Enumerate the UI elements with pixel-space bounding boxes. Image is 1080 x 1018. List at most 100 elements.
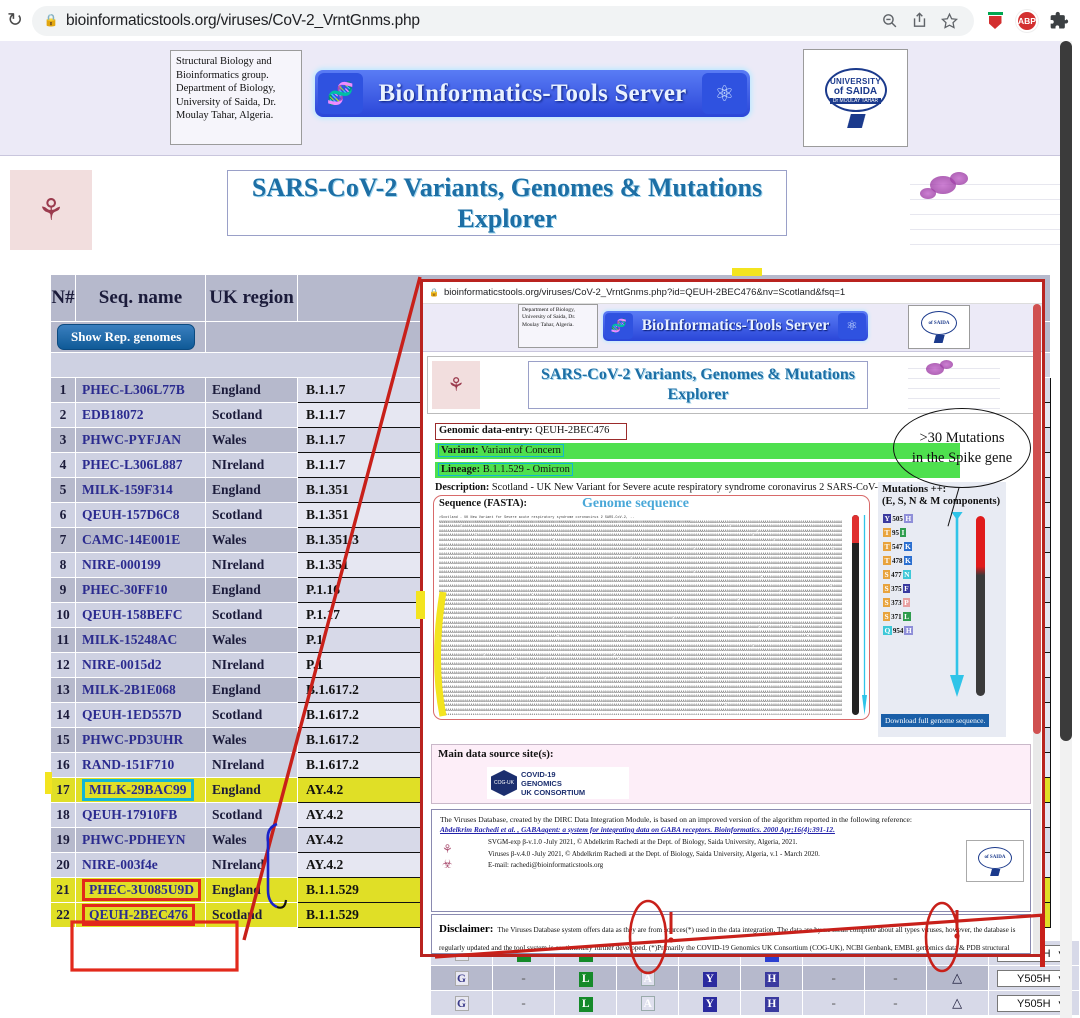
popup-sources-box: Main data source site(s): COG-UK COVID-1…: [431, 744, 1031, 804]
aa-deletion-icon: △: [952, 995, 963, 1010]
mutations-annotation-bubble: >30 Mutations in the Spike gene: [893, 408, 1031, 488]
seq-name-cell[interactable]: PHEC-3U085U9D: [75, 877, 206, 903]
sequence-text[interactable]: >Scotland - UK New Variant for Severe ac…: [439, 515, 843, 715]
uk-region-cell: Scotland: [205, 402, 298, 428]
lineage-text: P.1.17: [306, 607, 341, 622]
share-icon[interactable]: [904, 7, 934, 35]
mutations-list: Y 505 H T 95 I T 547 K T 478 K S 477 N S 375 F S 373 P S 371 L Q…: [883, 514, 945, 640]
mutation-to: N: [902, 570, 912, 579]
mutation-item[interactable]: Y 505 H: [883, 514, 945, 523]
aa-residue: Y: [702, 971, 717, 987]
seq-name-cell[interactable]: PHWC-PD3UHR: [75, 727, 206, 753]
seq-name-cell[interactable]: NIRE-0015d2: [75, 652, 206, 678]
seq-name-highlight: QEUH-2BEC476: [82, 904, 196, 926]
seq-name-cell[interactable]: CAMC-14E001E: [75, 527, 206, 553]
reference-email[interactable]: E-mail: rachedi@bioinformaticstools.org: [488, 860, 1022, 872]
row-number: 12: [50, 652, 76, 678]
seq-name-highlight: PHEC-3U085U9D: [82, 879, 201, 901]
lineage-row: Lineage: B.1.1.529 - Omicron: [435, 462, 960, 478]
mutation-item[interactable]: S 371 L: [883, 612, 945, 621]
lineage-text: B.1.1.7: [306, 407, 346, 422]
address-bar[interactable]: 🔒 bioinformaticstools.org/viruses/CoV-2_…: [32, 5, 974, 36]
aa-cell: -: [802, 965, 866, 991]
lock-icon: 🔒: [43, 13, 59, 27]
reload-icon[interactable]: ↻: [2, 9, 28, 32]
mutation-item[interactable]: T 547 K: [883, 542, 945, 551]
mutation-position: 371: [891, 612, 902, 621]
disclaimer-label: Disclaimer:: [439, 923, 494, 935]
mutation-severity-thermometer: [976, 516, 985, 696]
seq-name-cell[interactable]: RAND-151F710: [75, 752, 206, 778]
seq-name-cell[interactable]: PHWC-PYFJAN: [75, 427, 206, 453]
ublock-icon[interactable]: [980, 6, 1010, 36]
mutation-item[interactable]: S 375 F: [883, 584, 945, 593]
seq-name-cell[interactable]: QEUH-158BEFC: [75, 602, 206, 628]
popup-lab-box: Department of Biology, University of Sai…: [518, 304, 598, 348]
th-seq-name[interactable]: Seq. name: [75, 274, 206, 322]
mutation-item[interactable]: S 373 P: [883, 598, 945, 607]
popup-scrollbar-thumb[interactable]: [1033, 304, 1041, 734]
sequence-scroll-arrow: [862, 515, 867, 715]
seq-name-cell[interactable]: EDB18072: [75, 402, 206, 428]
mutation-item[interactable]: T 478 K: [883, 556, 945, 565]
download-genome-button[interactable]: Download full genome sequence.: [881, 714, 990, 727]
description-value: Scotland - UK New Variant for Severe acu…: [491, 482, 886, 493]
aa-deletion-icon: △: [952, 970, 963, 985]
adblock-plus-icon[interactable]: ABP: [1012, 6, 1042, 36]
aa-residue: G: [454, 996, 469, 1011]
row-number: 17: [50, 777, 76, 803]
row-number: 20: [50, 852, 76, 878]
uk-region-cell: Scotland: [205, 802, 298, 828]
seq-name-cell[interactable]: NIRE-003f4e: [75, 852, 206, 878]
row-number: 16: [50, 752, 76, 778]
seq-name-cell[interactable]: PHEC-L306L887: [75, 452, 206, 478]
page-scrollbar-thumb[interactable]: [1060, 41, 1072, 741]
cog-line-3: UK CONSORTIUM: [521, 787, 586, 797]
seq-name-cell[interactable]: PHWC-PDHEYN: [75, 827, 206, 853]
uk-region-cell: Scotland: [205, 702, 298, 728]
zoom-out-icon[interactable]: [874, 7, 904, 35]
sequence-label: Sequence (FASTA):: [439, 498, 527, 509]
uni-wave-graphic: [918, 335, 960, 343]
uni-name-sub: Dr MOULAY TAHAR: [829, 97, 882, 104]
seq-name-cell[interactable]: QEUH-157D6C8: [75, 502, 206, 528]
th-num[interactable]: N#: [50, 274, 76, 322]
sequence-scrollbar-thumb[interactable]: [852, 515, 859, 543]
seq-name-cell[interactable]: PHEC-30FF10: [75, 577, 206, 603]
seq-name-cell[interactable]: MILK-2B1E068: [75, 677, 206, 703]
mutation-from: S: [883, 612, 891, 621]
seq-name-cell[interactable]: QEUH-2BEC476: [75, 902, 206, 928]
mutations-down-arrow: [950, 512, 964, 697]
seq-name-cell[interactable]: MILK-29BAC99: [75, 777, 206, 803]
seq-name-cell[interactable]: PHEC-L306L77B: [75, 377, 206, 403]
seq-name-cell[interactable]: QEUH-1ED557D: [75, 702, 206, 728]
mutation-from: T: [883, 542, 892, 551]
lineage-text: AY.4.2: [306, 807, 344, 822]
mutation-item[interactable]: T 95 I: [883, 528, 945, 537]
show-rep-genomes-button[interactable]: Show Rep. genomes: [57, 324, 196, 350]
reference-citation-link[interactable]: Abdelkrim Rachedi et al. , GABAagent: a …: [440, 825, 1022, 834]
molecule-icon-left: ⚘: [10, 170, 92, 250]
row-number: 5: [50, 477, 76, 503]
reference-line-1: SVGM-exp β-v.1.0 -July 2021, © Abdelkrim…: [488, 838, 798, 846]
popup-address-bar[interactable]: 🔒 bioinformaticstools.org/viruses/CoV-2_…: [423, 282, 1042, 304]
seq-name-cell[interactable]: MILK-159F314: [75, 477, 206, 503]
seq-name-cell[interactable]: NIRE-000199: [75, 552, 206, 578]
mutation-item[interactable]: S 477 N: [883, 570, 945, 579]
puzzle-icon[interactable]: [1044, 6, 1074, 36]
lineage-text: P.1.16: [306, 582, 341, 597]
lineage-text: B.1.617.2: [306, 732, 359, 747]
page-content: Structural Biology and Bioinformatics gr…: [0, 41, 1080, 1018]
cog-line-1: COVID-19: [521, 769, 556, 779]
mutation-item[interactable]: Q 954 H: [883, 626, 945, 635]
row-number: 13: [50, 677, 76, 703]
aa-cell: L: [554, 965, 618, 991]
th-uk-region[interactable]: UK region: [205, 274, 298, 322]
star-icon[interactable]: [934, 7, 964, 35]
seq-name-cell[interactable]: QEUH-17910FB: [75, 802, 206, 828]
bubble-line-1: >30 Mutations: [919, 430, 1005, 446]
uk-region-cell: England: [205, 877, 298, 903]
toolbar-cell-left: Show Rep. genomes: [50, 321, 206, 353]
seq-name-cell[interactable]: MILK-15248AC: [75, 627, 206, 653]
sequence-scrollbar-track[interactable]: [852, 515, 859, 715]
